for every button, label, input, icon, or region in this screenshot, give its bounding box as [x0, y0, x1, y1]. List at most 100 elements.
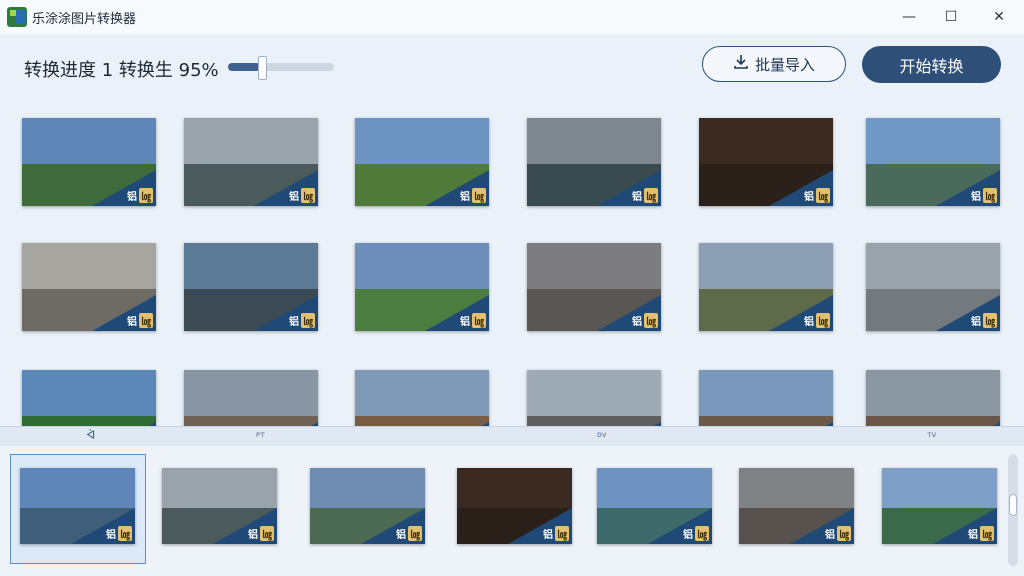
strip-thumbnail[interactable]: 铝㏒ — [162, 468, 277, 544]
minimize-button[interactable]: — — [886, 0, 932, 34]
thumb-ground — [355, 415, 489, 426]
thumb-sky — [457, 468, 572, 508]
badge-gold-glyph: ㏒ — [695, 526, 709, 541]
strip-thumbnail[interactable]: 铝㏒ — [20, 468, 135, 544]
thumb-sky — [882, 468, 997, 508]
divider-label-2: ᴅᴠ — [597, 430, 607, 439]
badge-gold-glyph: ㏒ — [983, 188, 997, 203]
badge-glyph: 铝 — [971, 192, 981, 203]
format-badge-label: 铝㏒ — [804, 313, 830, 328]
image-grid: 铝㏒铝㏒铝㏒铝㏒铝㏒铝㏒铝㏒铝㏒铝㏒铝㏒铝㏒铝㏒铝㏒铝㏒铝㏒铝㏒铝㏒铝㏒ — [0, 98, 1024, 426]
strip-scrollbar[interactable] — [1008, 454, 1018, 566]
badge-glyph: 铝 — [127, 317, 137, 328]
format-badge-label: 铝㏒ — [632, 313, 658, 328]
grid-thumbnail[interactable]: 铝㏒ — [22, 370, 156, 426]
format-badge-label: 铝㏒ — [396, 526, 422, 541]
thumb-sky — [22, 243, 156, 289]
grid-thumbnail[interactable]: 铝㏒ — [866, 243, 1000, 331]
strip-thumbnail[interactable]: 铝㏒ — [457, 468, 572, 544]
batch-import-button[interactable]: 批量导入 — [702, 46, 846, 82]
badge-gold-glyph: ㏒ — [816, 313, 830, 328]
thumb-sky — [866, 243, 1000, 289]
format-badge-label: 铝㏒ — [632, 188, 658, 203]
grid-thumbnail[interactable]: 铝㏒ — [699, 243, 833, 331]
badge-glyph: 铝 — [460, 192, 470, 203]
badge-gold-glyph: ㏒ — [472, 313, 486, 328]
badge-glyph: 铝 — [289, 192, 299, 203]
grid-thumbnail[interactable]: 铝㏒ — [355, 118, 489, 206]
thumb-ground — [866, 415, 1000, 426]
strip-thumbnail[interactable]: 铝㏒ — [739, 468, 854, 544]
format-badge-label: 铝㏒ — [127, 188, 153, 203]
app-logo-icon — [7, 7, 27, 27]
thumb-sky — [699, 370, 833, 416]
thumb-sky — [527, 243, 661, 289]
badge-gold-glyph: ㏒ — [139, 313, 153, 328]
format-badge-label: 铝㏒ — [971, 313, 997, 328]
badge-gold-glyph: ㏒ — [472, 188, 486, 203]
maximize-button[interactable]: ☐ — [928, 0, 974, 34]
badge-glyph: 铝 — [968, 530, 978, 541]
grid-thumbnail[interactable]: 铝㏒ — [22, 118, 156, 206]
format-badge-label: 铝㏒ — [460, 313, 486, 328]
grid-thumbnail[interactable]: 铝㏒ — [527, 370, 661, 426]
format-badge-label: 铝㏒ — [825, 526, 851, 541]
badge-glyph: 铝 — [289, 317, 299, 328]
thumb-sky — [355, 118, 489, 164]
grid-thumbnail[interactable]: 铝㏒ — [184, 370, 318, 426]
grid-thumbnail[interactable]: 铝㏒ — [22, 243, 156, 331]
badge-glyph: 铝 — [804, 192, 814, 203]
grid-thumbnail[interactable]: 铝㏒ — [527, 243, 661, 331]
badge-glyph: 铝 — [460, 317, 470, 328]
start-convert-button[interactable]: 开始转换 — [862, 46, 1001, 83]
badge-gold-glyph: ㏒ — [301, 313, 315, 328]
strip-thumbnail[interactable]: 铝㏒ — [882, 468, 997, 544]
badge-gold-glyph: ㏒ — [260, 526, 274, 541]
badge-gold-glyph: ㏒ — [816, 188, 830, 203]
badge-gold-glyph: ㏒ — [980, 526, 994, 541]
grid-thumbnail[interactable]: 铝㏒ — [355, 370, 489, 426]
thumb-sky — [866, 118, 1000, 164]
thumb-sky — [184, 118, 318, 164]
scrollbar-thumb[interactable] — [1009, 494, 1017, 516]
badge-gold-glyph: ㏒ — [983, 313, 997, 328]
grid-thumbnail[interactable]: 铝㏒ — [699, 118, 833, 206]
badge-gold-glyph: ㏒ — [408, 526, 422, 541]
thumb-sky — [597, 468, 712, 508]
progress-handle[interactable] — [258, 56, 267, 80]
grid-thumbnail[interactable]: 铝㏒ — [184, 243, 318, 331]
grid-thumbnail[interactable]: 铝㏒ — [866, 118, 1000, 206]
thumb-sky — [184, 243, 318, 289]
format-badge-label: 铝㏒ — [106, 526, 132, 541]
title-bar: 乐涂涂图片转换器 — ☐ ✕ — [0, 0, 1024, 34]
close-button[interactable]: ✕ — [976, 0, 1022, 34]
badge-glyph: 铝 — [683, 530, 693, 541]
thumb-sky — [527, 118, 661, 164]
progress-slider[interactable] — [228, 56, 334, 80]
badge-glyph: 铝 — [825, 530, 835, 541]
thumb-ground — [184, 415, 318, 426]
format-badge-label: 铝㏒ — [971, 188, 997, 203]
grid-thumbnail[interactable]: 铝㏒ — [184, 118, 318, 206]
divider-label-1: ᴘᴛ — [256, 430, 265, 439]
strip-thumbnail[interactable]: 铝㏒ — [597, 468, 712, 544]
format-badge-label: 铝㏒ — [460, 188, 486, 203]
grid-thumbnail[interactable]: 铝㏒ — [866, 370, 1000, 426]
thumb-sky — [22, 118, 156, 164]
format-badge-label: 铝㏒ — [968, 526, 994, 541]
grid-thumbnail[interactable]: 铝㏒ — [355, 243, 489, 331]
badge-gold-glyph: ㏒ — [301, 188, 315, 203]
strip-thumbnail[interactable]: 铝㏒ — [310, 468, 425, 544]
thumb-ground — [22, 415, 156, 426]
batch-import-label: 批量导入 — [754, 55, 815, 74]
thumb-sky — [699, 118, 833, 164]
badge-gold-glyph: ㏒ — [644, 188, 658, 203]
badge-glyph: 铝 — [396, 530, 406, 541]
grid-thumbnail[interactable]: 铝㏒ — [527, 118, 661, 206]
window-title: 乐涂涂图片转换器 — [32, 12, 137, 27]
toolbar: 转换进度 1 转换生 95% 批量导入 开始转换 — [0, 34, 1024, 98]
thumb-sky — [22, 370, 156, 416]
section-divider: ᢱ ᴘᴛ ᴅᴠ ᴛᴠ — [0, 426, 1024, 447]
thumb-sky — [866, 370, 1000, 416]
grid-thumbnail[interactable]: 铝㏒ — [699, 370, 833, 426]
